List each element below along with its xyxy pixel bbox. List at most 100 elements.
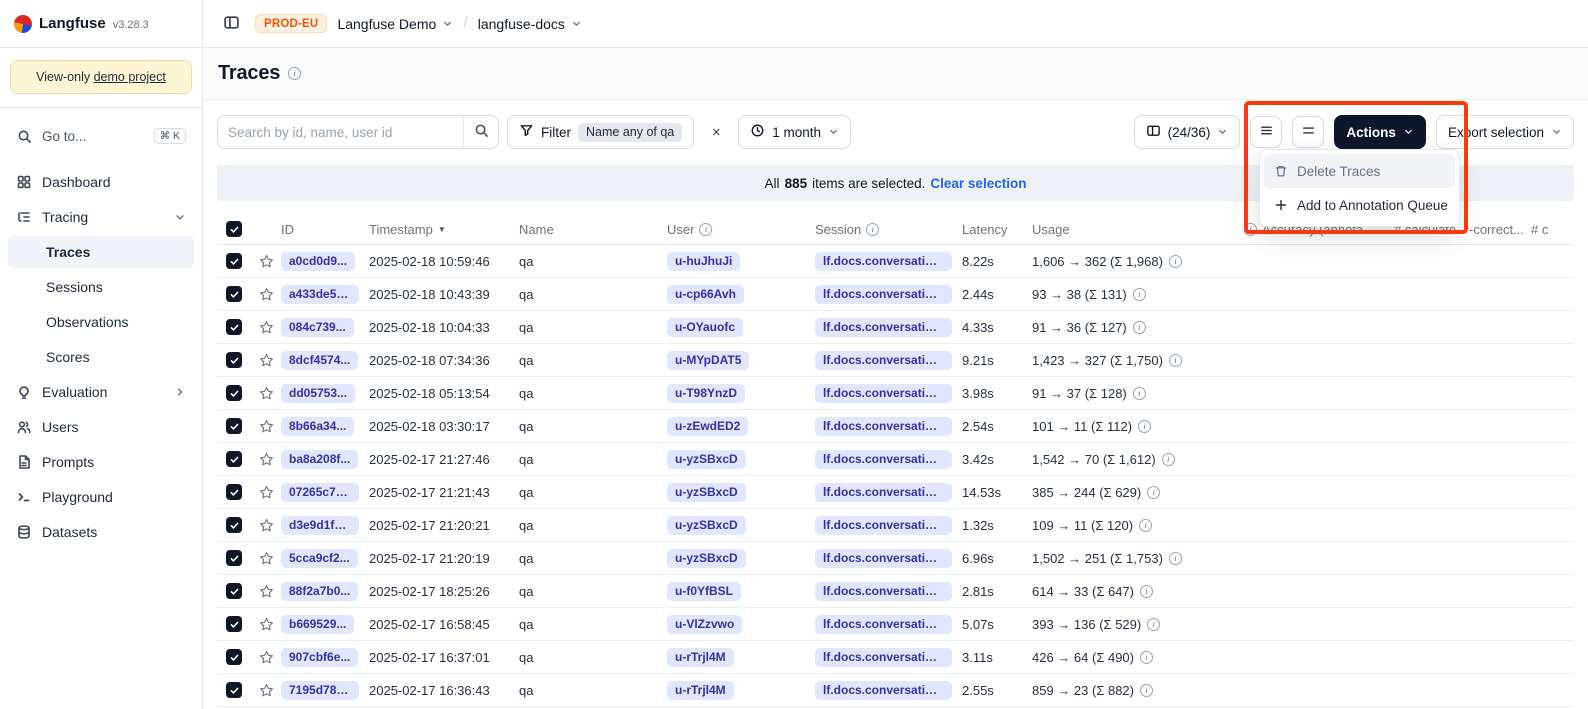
table-row[interactable]: dd05753... 2025-02-18 05:13:54 qa u-T98Y…	[217, 377, 1574, 410]
user-badge[interactable]: u-rTrjl4M	[667, 648, 734, 667]
trace-id-badge[interactable]: 084c739...	[281, 318, 354, 337]
trace-id-badge[interactable]: 907cbf6e...	[281, 648, 358, 667]
bookmark-star-button[interactable]	[251, 353, 281, 368]
bookmark-star-button[interactable]	[251, 551, 281, 566]
row-height-button[interactable]	[1250, 116, 1282, 148]
header-truncated[interactable]: # c	[1531, 222, 1581, 237]
trace-id-badge[interactable]: a0cd0d9...	[281, 252, 355, 271]
trace-id-badge[interactable]: a433de51...	[281, 285, 359, 304]
user-badge[interactable]: u-cp66Avh	[667, 285, 744, 304]
session-badge[interactable]: lf.docs.conversation...	[815, 450, 952, 469]
sidebar-item-datasets[interactable]: Datasets	[8, 516, 194, 548]
sidebar-item-sessions[interactable]: Sessions	[8, 271, 194, 303]
goto-search[interactable]: Go to... ⌘ K	[8, 120, 194, 152]
search-input[interactable]	[218, 116, 463, 148]
header-correctness[interactable]: -correct...	[1469, 222, 1531, 237]
info-icon[interactable]: i	[1140, 585, 1153, 598]
info-icon[interactable]: i	[1139, 519, 1152, 532]
session-badge[interactable]: lf.docs.conversation...	[815, 252, 952, 271]
table-row[interactable]: d3e9d1f2... 2025-02-17 21:20:21 qa u-yzS…	[217, 509, 1574, 542]
info-icon[interactable]: i	[1133, 321, 1146, 334]
trace-id-badge[interactable]: ba8a208f...	[281, 450, 358, 469]
bookmark-star-button[interactable]	[251, 650, 281, 665]
sidebar-item-users[interactable]: Users	[8, 411, 194, 443]
info-icon[interactable]: i	[1169, 354, 1182, 367]
sidebar-item-playground[interactable]: Playground	[8, 481, 194, 513]
row-checkbox[interactable]	[226, 682, 242, 698]
export-selection-button[interactable]: Export selection	[1436, 115, 1574, 149]
info-icon[interactable]: i	[1133, 387, 1146, 400]
bookmark-star-button[interactable]	[251, 683, 281, 698]
header-session[interactable]: Sessioni	[815, 222, 962, 237]
table-row[interactable]: a433de51... 2025-02-18 10:43:39 qa u-cp6…	[217, 278, 1574, 311]
trace-id-badge[interactable]: d3e9d1f2...	[281, 516, 359, 535]
session-badge[interactable]: lf.docs.conversation...	[815, 615, 952, 634]
table-row[interactable]: 907cbf6e... 2025-02-17 16:37:01 qa u-rTr…	[217, 641, 1574, 674]
row-height-tall-button[interactable]	[1292, 116, 1324, 148]
trace-id-badge[interactable]: 07265c7a...	[281, 483, 359, 502]
sidebar-item-tracing[interactable]: Tracing	[8, 201, 194, 233]
table-row[interactable]: 8b66a34... 2025-02-18 03:30:17 qa u-zEwd…	[217, 410, 1574, 443]
user-badge[interactable]: u-MYpDAT5	[667, 351, 749, 370]
session-badge[interactable]: lf.docs.conversation...	[815, 351, 952, 370]
row-checkbox[interactable]	[226, 550, 242, 566]
row-checkbox[interactable]	[226, 451, 242, 467]
table-row[interactable]: 88f2a7b0... 2025-02-17 18:25:26 qa u-f0Y…	[217, 575, 1574, 608]
user-badge[interactable]: u-OYauofc	[667, 318, 743, 337]
row-checkbox[interactable]	[226, 616, 242, 632]
row-checkbox[interactable]	[226, 319, 242, 335]
row-checkbox[interactable]	[226, 253, 242, 269]
user-badge[interactable]: u-yzSBxcD	[667, 450, 746, 469]
user-badge[interactable]: u-yzSBxcD	[667, 483, 746, 502]
time-range-button[interactable]: 1 month	[738, 115, 851, 149]
table-row[interactable]: 7195d78e... 2025-02-17 16:36:43 qa u-rTr…	[217, 674, 1574, 707]
row-checkbox[interactable]	[226, 418, 242, 434]
trace-id-badge[interactable]: 5cca9cf2...	[281, 549, 358, 568]
bookmark-star-button[interactable]	[251, 485, 281, 500]
bookmark-star-button[interactable]	[251, 584, 281, 599]
menu-item-delete-traces[interactable]: Delete Traces	[1264, 154, 1455, 188]
session-badge[interactable]: lf.docs.conversation...	[815, 483, 952, 502]
row-checkbox[interactable]	[226, 286, 242, 302]
clear-filter-button[interactable]: ×	[702, 118, 730, 146]
session-badge[interactable]: lf.docs.conversation...	[815, 318, 952, 337]
bookmark-star-button[interactable]	[251, 518, 281, 533]
info-icon[interactable]: i	[1133, 288, 1146, 301]
project-selector[interactable]: langfuse-docs	[478, 16, 582, 32]
session-badge[interactable]: lf.docs.conversation...	[815, 516, 952, 535]
info-icon[interactable]: i	[1169, 255, 1182, 268]
info-icon[interactable]: i	[1169, 552, 1182, 565]
bookmark-star-button[interactable]	[251, 254, 281, 269]
table-row[interactable]: 084c739... 2025-02-18 10:04:33 qa u-OYau…	[217, 311, 1574, 344]
trace-id-badge[interactable]: 7195d78e...	[281, 681, 359, 700]
table-row[interactable]: 8dcf4574... 2025-02-18 07:34:36 qa u-MYp…	[217, 344, 1574, 377]
trace-id-badge[interactable]: 8dcf4574...	[281, 351, 358, 370]
table-row[interactable]: a0cd0d9... 2025-02-18 10:59:46 qa u-huJh…	[217, 245, 1574, 278]
user-badge[interactable]: u-yzSBxcD	[667, 516, 746, 535]
header-name[interactable]: Name	[519, 222, 667, 237]
sidebar-item-scores[interactable]: Scores	[8, 341, 194, 373]
column-visibility-button[interactable]: (24/36)	[1134, 115, 1241, 149]
info-icon[interactable]: i	[1147, 486, 1160, 499]
select-all-checkbox[interactable]	[226, 221, 242, 237]
user-badge[interactable]: u-huJhuJi	[667, 252, 740, 271]
header-id[interactable]: ID	[281, 222, 369, 237]
bookmark-star-button[interactable]	[251, 320, 281, 335]
user-badge[interactable]: u-T98YnzD	[667, 384, 745, 403]
row-checkbox[interactable]	[226, 517, 242, 533]
trace-id-badge[interactable]: dd05753...	[281, 384, 355, 403]
session-badge[interactable]: lf.docs.conversation...	[815, 384, 952, 403]
user-badge[interactable]: u-yzSBxcD	[667, 549, 746, 568]
session-badge[interactable]: lf.docs.conversation...	[815, 285, 952, 304]
demo-project-link[interactable]: demo project	[94, 70, 166, 84]
filter-button[interactable]: Filter Name any of qa	[507, 115, 694, 149]
actions-button[interactable]: Actions	[1334, 115, 1426, 149]
session-badge[interactable]: lf.docs.conversation...	[815, 549, 952, 568]
user-badge[interactable]: u-VlZzvwo	[667, 615, 742, 634]
table-row[interactable]: ba8a208f... 2025-02-17 21:27:46 qa u-yzS…	[217, 443, 1574, 476]
org-selector[interactable]: Langfuse Demo	[337, 16, 453, 32]
trace-id-badge[interactable]: 8b66a34...	[281, 417, 354, 436]
sidebar-toggle-button[interactable]	[217, 10, 245, 38]
menu-item-add-to-annotation-queue[interactable]: Add to Annotation Queue	[1264, 188, 1455, 222]
sidebar-item-evaluation[interactable]: Evaluation	[8, 376, 194, 408]
